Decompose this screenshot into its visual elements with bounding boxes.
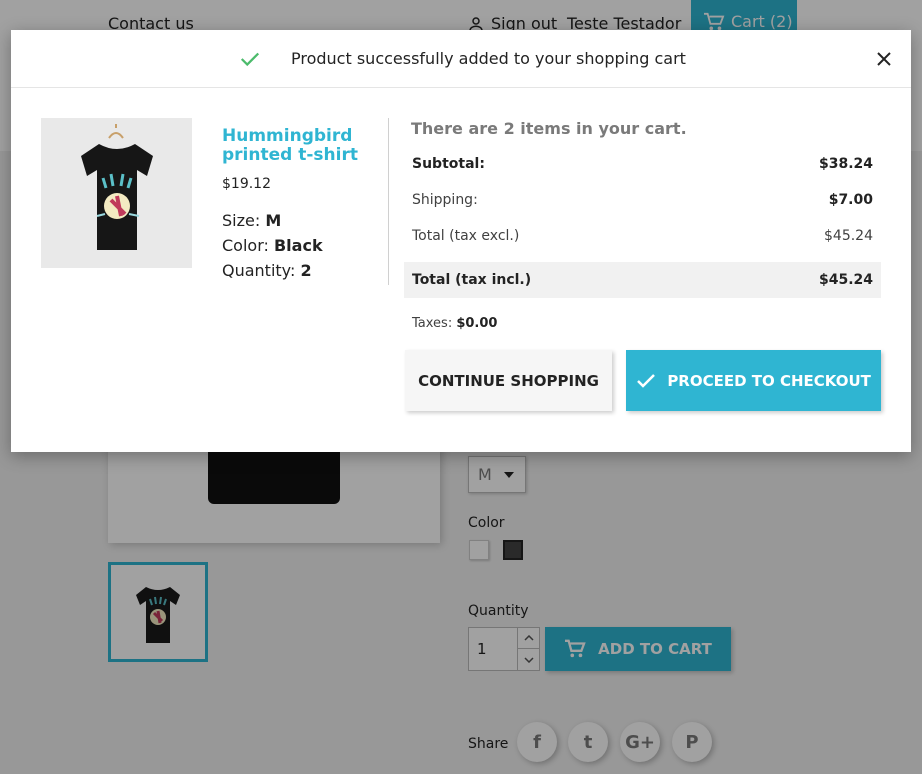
modal-product-price: $19.12	[222, 176, 271, 192]
checkmark-icon	[240, 52, 260, 67]
continue-shopping-button[interactable]: CONTINUE SHOPPING	[405, 350, 612, 411]
size-value: M	[265, 211, 282, 230]
shipping-row: Shipping: $7.00	[404, 182, 881, 218]
modal-header: Product successfully added to your shopp…	[11, 30, 911, 88]
size-label: Size:	[222, 211, 261, 230]
quantity-label: Quantity:	[222, 261, 296, 280]
modal-product-name: Hummingbird printed t-shirt	[222, 126, 358, 165]
proceed-to-checkout-label: PROCEED TO CHECKOUT	[667, 371, 871, 390]
tshirt-image	[81, 124, 153, 250]
total-incl-value: $45.24	[818, 272, 873, 288]
modal-product-color: Color: Black	[222, 236, 323, 255]
modal-product-size: Size: M	[222, 211, 281, 230]
subtotal-label: Subtotal:	[412, 156, 485, 172]
taxes-line: Taxes: $0.00	[412, 316, 497, 331]
checkmark-icon	[637, 374, 655, 388]
total-incl-label: Total (tax incl.)	[412, 272, 532, 288]
proceed-to-checkout-button[interactable]: PROCEED TO CHECKOUT	[626, 350, 881, 411]
taxes-label: Taxes:	[412, 316, 453, 331]
close-icon	[877, 52, 891, 66]
modal-product-image	[41, 118, 192, 268]
total-excl-row: Total (tax excl.) $45.24	[404, 218, 881, 254]
add-to-cart-modal: Product successfully added to your shopp…	[11, 30, 911, 452]
color-label: Color:	[222, 236, 269, 255]
subtotal-value: $38.24	[818, 156, 873, 172]
taxes-value: $0.00	[456, 316, 498, 331]
modal-title: Product successfully added to your shopp…	[291, 49, 686, 68]
vertical-divider	[388, 118, 389, 285]
shipping-value: $7.00	[828, 192, 873, 208]
total-excl-value: $45.24	[824, 228, 873, 244]
color-value: Black	[273, 236, 323, 255]
total-excl-label: Total (tax excl.)	[412, 228, 520, 244]
continue-shopping-label: CONTINUE SHOPPING	[418, 371, 599, 390]
subtotal-row: Subtotal: $38.24	[404, 146, 881, 182]
cart-items-count: There are 2 items in your cart.	[411, 119, 687, 138]
total-incl-row: Total (tax incl.) $45.24	[404, 262, 881, 298]
quantity-value: 2	[300, 261, 312, 280]
close-modal-button[interactable]	[873, 48, 895, 70]
modal-product-quantity: Quantity: 2	[222, 261, 312, 280]
shipping-label: Shipping:	[412, 192, 478, 208]
